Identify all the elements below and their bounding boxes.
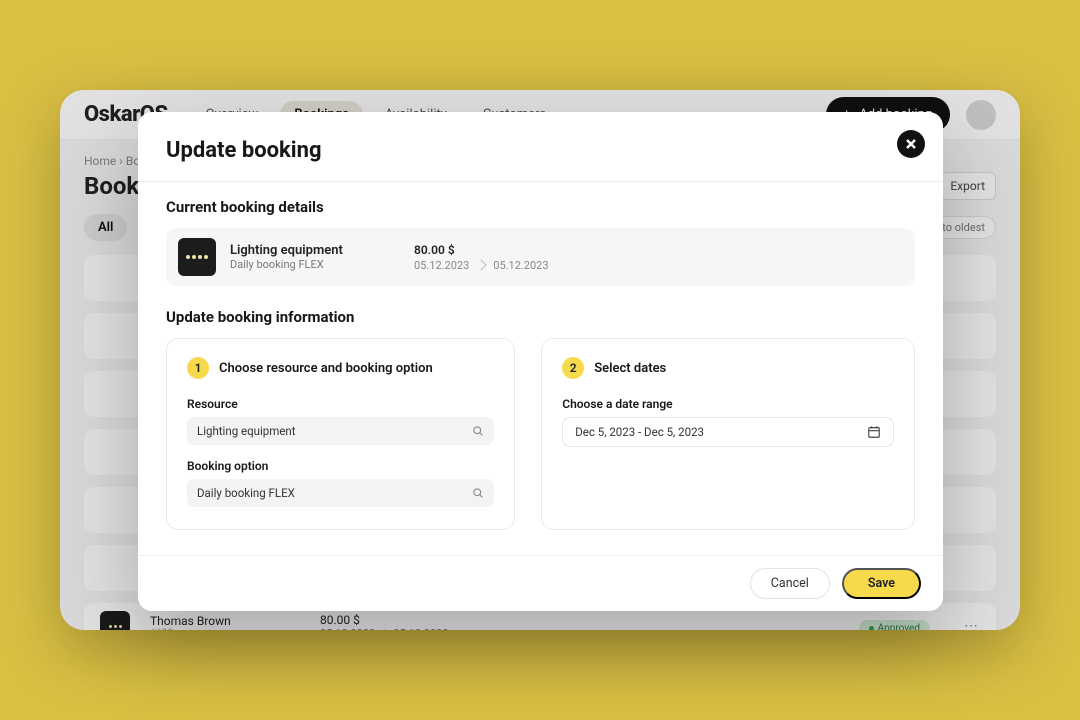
step-2-title: Select dates [594,361,666,376]
detail-resource-name: Lighting equipment [230,243,400,258]
search-icon [472,487,484,499]
step-1-title: Choose resource and booking option [219,361,433,376]
resource-thumbnail [178,238,216,276]
update-booking-modal: Update booking Current booking details L… [138,112,943,611]
resource-label: Resource [187,397,494,411]
save-button[interactable]: Save [842,568,921,599]
close-button[interactable] [897,130,925,158]
detail-date-from: 05.12.2023 [414,259,469,272]
modal-title: Update booking [166,138,915,163]
calendar-icon [867,425,881,439]
date-range-input[interactable]: Dec 5, 2023 - Dec 5, 2023 [562,417,894,447]
step-2-panel: 2 Select dates Choose a date range Dec 5… [541,338,915,530]
resource-select-value: Lighting equipment [197,424,472,438]
detail-option: Daily booking FLEX [230,258,400,271]
modal-footer: Cancel Save [138,555,943,611]
step-1-panel: 1 Choose resource and booking option Res… [166,338,515,530]
close-icon [905,138,917,150]
step-1-badge: 1 [187,357,209,379]
booking-option-select[interactable]: Daily booking FLEX [187,479,494,507]
chevron-right-icon [476,259,487,270]
step-2-badge: 2 [562,357,584,379]
resource-select[interactable]: Lighting equipment [187,417,494,445]
booking-option-value: Daily booking FLEX [197,486,472,500]
cancel-button[interactable]: Cancel [750,568,830,599]
section-current-title: Current booking details [166,198,915,216]
detail-price: 80.00 $ [414,243,549,257]
date-range-label: Choose a date range [562,397,894,411]
date-range-value: Dec 5, 2023 - Dec 5, 2023 [575,425,857,439]
booking-option-label: Booking option [187,459,494,473]
section-update-title: Update booking information [166,308,915,326]
search-icon [472,425,484,437]
detail-date-to: 05.12.2023 [493,259,548,272]
current-booking-card: Lighting equipment Daily booking FLEX 80… [166,228,915,286]
